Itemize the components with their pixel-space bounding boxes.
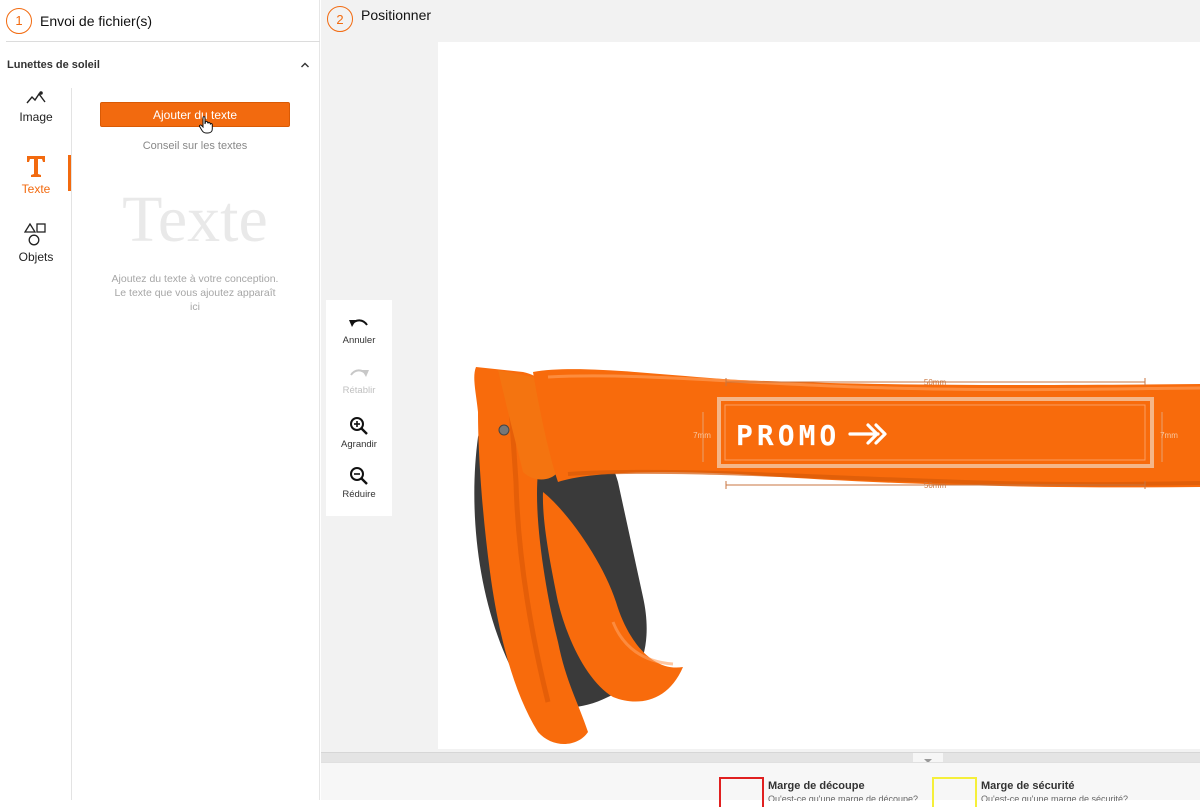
text-t-icon xyxy=(27,156,45,177)
help-line: ici xyxy=(190,301,200,313)
positioning-area: 2 Positionner 50mm 50mm 7mm 7mm PROMO An… xyxy=(321,0,1200,807)
add-text-button[interactable]: Ajouter du texte xyxy=(100,102,290,127)
zoom-in-button[interactable]: Agrandir xyxy=(326,416,392,464)
dim-label-left: 7mm xyxy=(693,431,711,440)
text-help-message: Ajoutez du texte à votre conception. Le … xyxy=(100,272,290,314)
step-label: Envoi de fichier(s) xyxy=(40,12,153,29)
zoom-out-button[interactable]: Réduire xyxy=(326,466,392,514)
zoom-in-label: Agrandir xyxy=(341,439,377,450)
section-title: Lunettes de soleil xyxy=(7,59,100,71)
redo-icon xyxy=(350,369,369,377)
tool-label: Image xyxy=(19,110,53,124)
step-position-header[interactable]: 2 Positionner xyxy=(327,4,431,34)
help-line: Ajoutez du texte à votre conception. xyxy=(111,273,279,285)
redo-button[interactable]: Rétablir xyxy=(326,366,392,414)
zoom-out-label: Réduire xyxy=(342,489,376,500)
tool-image[interactable]: Image xyxy=(0,88,72,148)
cursor-hand-icon xyxy=(198,116,213,134)
text-tips-link[interactable]: Conseil sur les textes xyxy=(100,140,290,152)
margin-legend: Marge de découpe Qu'est-ce qu'une marge … xyxy=(321,762,1200,807)
step-number-badge: 1 xyxy=(6,7,32,34)
text-placeholder-word: Texte xyxy=(122,183,268,256)
undo-icon xyxy=(349,319,368,327)
hinge-screw xyxy=(498,424,510,436)
print-text: PROMO xyxy=(736,419,840,452)
design-canvas[interactable]: 50mm 50mm 7mm 7mm PROMO xyxy=(438,42,1200,749)
tool-objects[interactable]: Objets xyxy=(0,222,72,282)
step-label: Positionner xyxy=(361,7,432,23)
tool-rail: Image Texte Objets xyxy=(0,88,72,800)
design-panel: 1 Envoi de fichier(s) Lunettes de soleil… xyxy=(0,0,320,800)
cut-margin-swatch xyxy=(719,777,764,807)
horizontal-scrollbar[interactable] xyxy=(321,752,1200,763)
tool-label: Texte xyxy=(21,182,51,196)
image-icon xyxy=(26,91,46,104)
undo-button[interactable]: Annuler xyxy=(326,316,392,364)
zoom-out-icon xyxy=(350,467,368,485)
dim-label-bottom: 50mm xyxy=(924,481,947,490)
dim-label-top: 50mm xyxy=(924,378,947,387)
step-upload-header[interactable]: 1 Envoi de fichier(s) xyxy=(6,0,320,42)
product-section-header[interactable]: Lunettes de soleil xyxy=(0,52,320,78)
tool-text[interactable]: Texte xyxy=(0,154,72,214)
chevron-up-icon[interactable] xyxy=(300,60,310,70)
help-line: Le texte que vous ajoutez apparaît xyxy=(114,287,276,299)
active-tool-indicator xyxy=(68,155,71,191)
redo-label: Rétablir xyxy=(342,385,376,396)
safe-margin-swatch xyxy=(932,777,977,807)
tool-label: Objets xyxy=(18,250,54,264)
safe-margin-title: Marge de sécurité xyxy=(981,780,1075,792)
history-toolbar: Annuler Rétablir Agrandir Réduire xyxy=(326,300,392,516)
shapes-icon xyxy=(24,222,46,246)
dim-label-right: 7mm xyxy=(1160,431,1178,440)
cut-margin-title: Marge de découpe xyxy=(768,780,865,792)
undo-label: Annuler xyxy=(342,335,376,346)
zoom-in-icon xyxy=(350,417,368,435)
step-number-badge: 2 xyxy=(327,6,353,32)
product-preview: 50mm 50mm 7mm 7mm PROMO xyxy=(474,367,1200,745)
